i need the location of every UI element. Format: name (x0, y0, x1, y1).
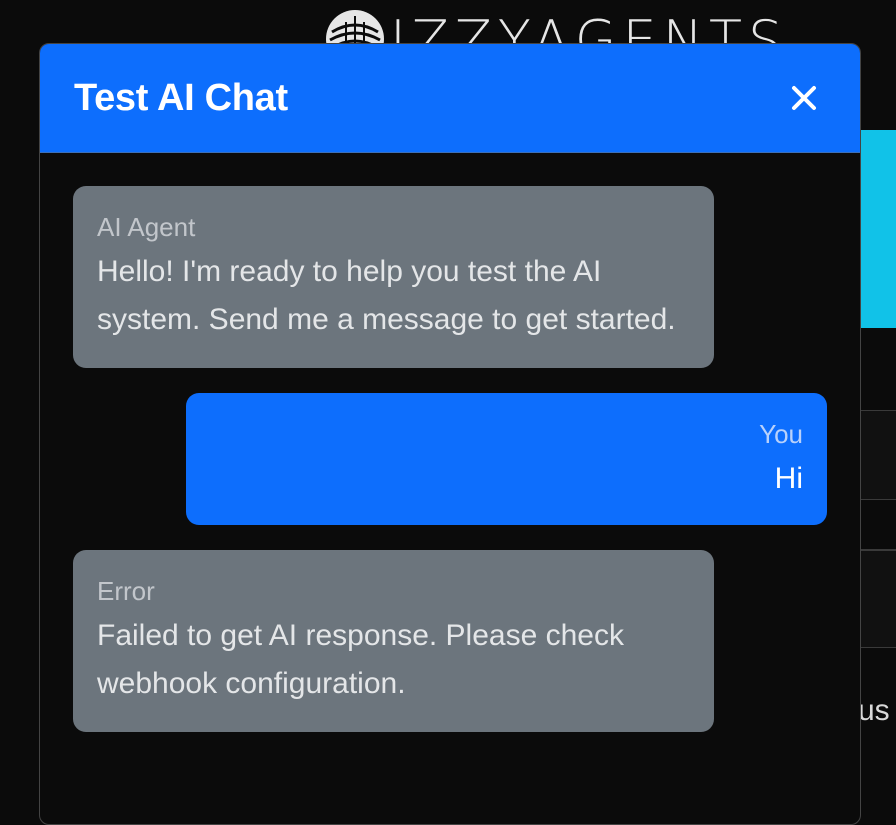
modal-header: Test AI Chat (40, 44, 860, 153)
background-row (858, 410, 896, 500)
close-button[interactable] (782, 76, 826, 120)
close-icon (792, 86, 816, 110)
test-ai-chat-modal: Test AI Chat AI Agent Hello! I'm ready t… (39, 43, 861, 825)
modal-title: Test AI Chat (74, 76, 288, 119)
chat-messages: AI Agent Hello! I'm ready to help you te… (40, 153, 860, 732)
error-message: Error Failed to get AI response. Please … (73, 550, 714, 732)
background-peek-text: us (858, 694, 890, 727)
message-text: Hello! I'm ready to help you test the AI… (97, 255, 676, 336)
background-cyan-panel (858, 130, 896, 328)
user-message: You Hi (186, 393, 827, 525)
brand-header: IZZYAGENTS (324, 4, 788, 68)
ai-message: AI Agent Hello! I'm ready to help you te… (73, 186, 714, 368)
message-sender: You (759, 419, 803, 449)
message-sender: AI Agent (97, 212, 196, 242)
message-sender: Error (97, 576, 155, 606)
message-text: Hi (774, 462, 803, 495)
background-row (858, 550, 896, 648)
message-text: Failed to get AI response. Please check … (97, 619, 624, 700)
